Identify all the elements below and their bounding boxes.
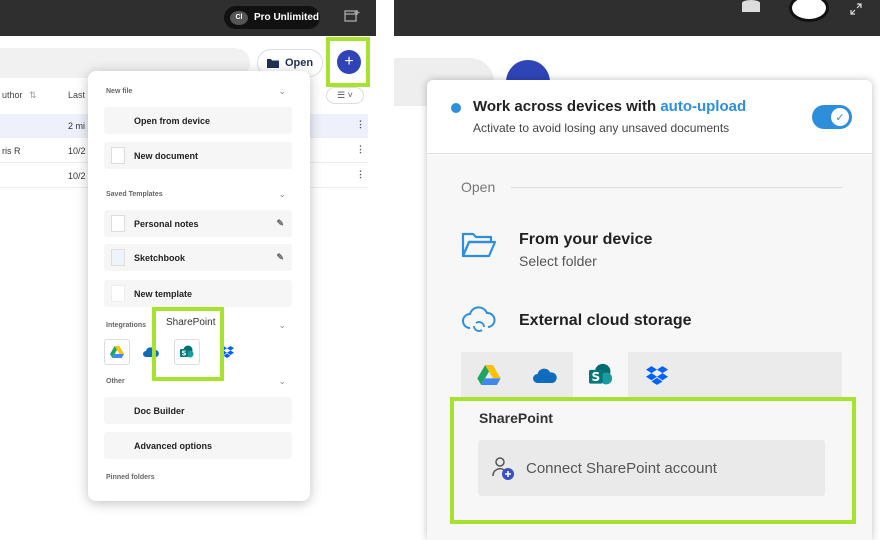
- storage-icon[interactable]: [740, 0, 762, 17]
- folder-open-icon[interactable]: [461, 231, 497, 264]
- template-thumb-icon: [111, 249, 125, 266]
- chevron-down-icon[interactable]: ⌄: [278, 320, 286, 331]
- section-integrations: Integrations: [106, 322, 147, 329]
- banner-title: Work across devices with auto-upload: [473, 98, 746, 115]
- item-label: Personal notes: [134, 218, 199, 229]
- item-label: New document: [134, 150, 199, 161]
- tab-onedrive[interactable]: [517, 352, 572, 398]
- folder-icon: [266, 59, 279, 68]
- top-bar: Cl Pro Unlimited: [0, 0, 376, 36]
- section-other: Other: [106, 378, 125, 385]
- template-personal-notes[interactable]: Personal notes ✎: [104, 210, 292, 237]
- more-options-icon[interactable]: ⋮: [356, 169, 365, 180]
- view-options-icon[interactable]: ☰ ˅: [326, 87, 364, 104]
- section-saved-templates: Saved Templates: [106, 191, 163, 198]
- avatar[interactable]: [789, 0, 829, 22]
- item-label: Sketchbook: [134, 252, 186, 263]
- plan-badge[interactable]: Cl Pro Unlimited: [224, 6, 320, 29]
- open-section-label: Open: [461, 179, 496, 195]
- more-options-icon[interactable]: ⋮: [356, 144, 365, 155]
- from-device-title[interactable]: From your device: [519, 231, 652, 249]
- google-drive-icon[interactable]: [104, 339, 130, 365]
- tab-sharepoint[interactable]: S: [573, 352, 628, 398]
- row-last: 10/2: [68, 146, 86, 156]
- edit-pencil-icon[interactable]: ✎: [276, 252, 284, 263]
- chevron-down-icon[interactable]: ⌄: [278, 86, 286, 97]
- svg-text:S: S: [591, 370, 600, 384]
- row-last: 2 mi: [68, 121, 86, 131]
- highlight-box: [326, 37, 370, 87]
- doc-builder-item[interactable]: Doc Builder: [104, 397, 292, 424]
- item-label: Advanced options: [134, 440, 213, 451]
- divider: [511, 187, 843, 188]
- section-new-file: New file: [106, 88, 133, 95]
- new-window-icon[interactable]: [344, 9, 360, 26]
- dropbox-icon: [645, 365, 668, 385]
- item-label: Doc Builder: [134, 405, 185, 416]
- banner-subtitle: Activate to avoid losing any unsaved doc…: [473, 121, 730, 135]
- app-logo-icon: Cl: [230, 10, 248, 25]
- advanced-options-item[interactable]: Advanced options: [104, 432, 292, 459]
- external-cloud-storage-title: External cloud storage: [519, 312, 692, 329]
- chevron-down-icon[interactable]: ⌄: [278, 376, 286, 387]
- auto-upload-link[interactable]: auto-upload: [660, 98, 746, 115]
- new-file-menu: New file ⌄ Open from device New document…: [88, 71, 310, 501]
- row-last: 10/2: [68, 171, 86, 181]
- auto-upload-banner: Work across devices with auto-upload Act…: [427, 80, 872, 154]
- document-thumb-icon: [111, 147, 125, 164]
- template-thumb-icon: [111, 215, 125, 232]
- plan-label: Pro Unlimited: [254, 12, 320, 23]
- new-document-item[interactable]: New document: [104, 142, 292, 169]
- edit-pencil-icon[interactable]: ✎: [276, 218, 284, 229]
- right-screenshot: Work across devices with auto-upload Act…: [394, 0, 880, 540]
- cloud-provider-tabs: S: [461, 352, 842, 398]
- banner-title-text: Work across devices with: [473, 98, 661, 115]
- new-template-item[interactable]: New template: [104, 280, 292, 307]
- item-label: Open from device: [134, 115, 211, 126]
- column-header-last[interactable]: Last: [68, 90, 85, 100]
- expand-icon[interactable]: [850, 2, 862, 18]
- top-bar: [394, 0, 880, 36]
- onedrive-icon: [532, 368, 557, 383]
- open-from-device-item[interactable]: Open from device: [104, 107, 292, 134]
- row-author: ris R: [2, 146, 21, 156]
- tab-google-drive[interactable]: [461, 352, 516, 398]
- sort-icon[interactable]: ⇅: [29, 90, 37, 101]
- more-options-icon[interactable]: ⋮: [356, 119, 365, 130]
- template-thumb-icon: [111, 285, 125, 302]
- left-screenshot: Cl Pro Unlimited Open + uthor ⇅ Last ☰ ˅…: [0, 0, 376, 540]
- check-icon: ✓: [831, 108, 849, 126]
- section-pinned-folders: Pinned folders: [106, 474, 155, 481]
- chevron-down-icon[interactable]: ⌄: [278, 189, 286, 200]
- item-label: New template: [134, 288, 193, 299]
- status-dot: [451, 103, 461, 113]
- google-drive-icon: [476, 365, 501, 385]
- tab-dropbox[interactable]: [629, 352, 684, 398]
- auto-upload-toggle[interactable]: ✓: [812, 105, 852, 129]
- sharepoint-icon: S: [588, 363, 612, 385]
- select-folder-link[interactable]: Select folder: [519, 253, 597, 269]
- highlight-box: [450, 397, 856, 524]
- open-button-label: Open: [284, 57, 314, 69]
- sharepoint-tooltip: SharePoint: [166, 317, 216, 328]
- column-header-author[interactable]: uthor: [2, 90, 23, 100]
- template-sketchbook[interactable]: Sketchbook ✎: [104, 244, 292, 271]
- cloud-sync-icon: [461, 306, 497, 341]
